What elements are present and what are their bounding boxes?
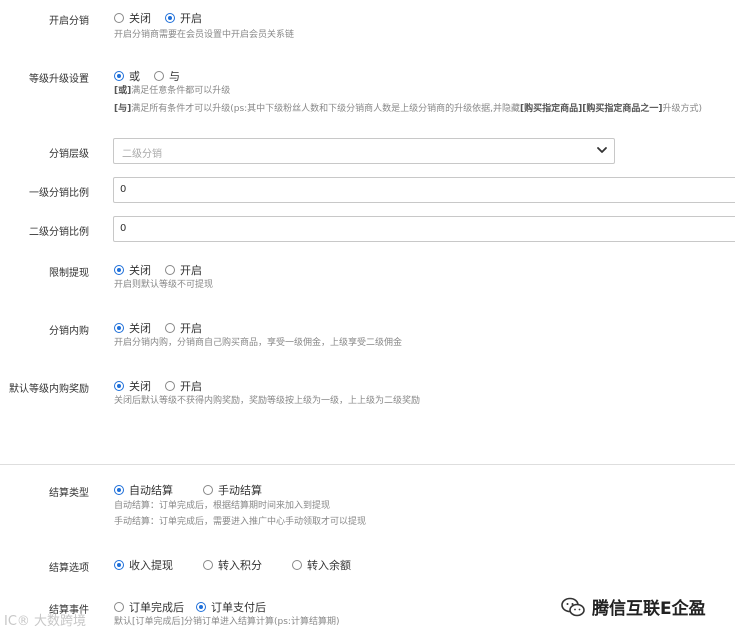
help-text-end: 升级方式) bbox=[662, 104, 703, 114]
radio-off-icon bbox=[114, 602, 124, 612]
settle-option-radio-group: 收入提现 转入积分 转入余额 bbox=[114, 557, 351, 573]
option-label: 开启 bbox=[180, 322, 202, 335]
rate2-label: 二级分销比例 bbox=[29, 227, 89, 238]
radio-on-icon bbox=[114, 323, 124, 333]
default-reward-label: 默认等级内购奖励 bbox=[9, 384, 89, 395]
help-tag-and: [与] bbox=[114, 104, 132, 114]
radio-off-icon bbox=[203, 560, 213, 570]
level-upgrade-option-or[interactable]: 或 bbox=[114, 68, 140, 84]
option-label: 开启 bbox=[180, 380, 202, 393]
fx-enable-option-on[interactable]: 开启 bbox=[165, 10, 202, 26]
option-label: 转入余额 bbox=[307, 559, 351, 572]
fx-level-selected-value: 二级分销 bbox=[122, 149, 162, 160]
help-text-and: 满足所有条件才可以升级(ps:其中下级粉丝人数和下级分销商人数是上级分销商的升级… bbox=[131, 104, 521, 114]
radio-off-icon bbox=[203, 485, 213, 495]
help-tag-or: [或] bbox=[114, 86, 132, 96]
withdraw-limit-label: 限制提现 bbox=[49, 268, 89, 279]
settle-option-balance[interactable]: 转入余额 bbox=[292, 557, 351, 573]
fx-level-label: 分销层级 bbox=[49, 149, 89, 160]
option-label: 开启 bbox=[180, 264, 202, 277]
withdraw-limit-help: 开启则默认等级不可提现 bbox=[114, 280, 214, 290]
default-reward-option-off[interactable]: 关闭 bbox=[114, 378, 151, 394]
fx-enable-label: 开启分销 bbox=[49, 16, 89, 27]
fx-enable-option-off[interactable]: 关闭 bbox=[114, 10, 151, 26]
radio-on-icon bbox=[114, 381, 124, 391]
level-upgrade-radio-group: 或 与 bbox=[114, 68, 180, 84]
level-upgrade-help-and: [与]满足所有条件才可以升级(ps:其中下级粉丝人数和下级分销商人数是上级分销商… bbox=[114, 101, 702, 117]
rate1-value: 0 bbox=[120, 184, 127, 195]
internal-purchase-help: 开启分销内购，分销商自己购买商品，享受一级佣金，上级享受二级佣金 bbox=[114, 338, 403, 348]
default-reward-option-on[interactable]: 开启 bbox=[165, 378, 202, 394]
radio-on-icon bbox=[165, 13, 175, 23]
rate1-label: 一级分销比例 bbox=[29, 188, 89, 199]
settle-event-option-complete[interactable]: 订单完成后 bbox=[114, 599, 184, 615]
internal-purchase-label: 分销内购 bbox=[49, 326, 89, 337]
option-label: 开启 bbox=[180, 12, 202, 25]
settle-event-radio-group: 订单完成后 订单支付后 bbox=[114, 599, 266, 615]
option-label: 订单完成后 bbox=[129, 601, 184, 614]
help-text-or: 满足任意条件都可以升级 bbox=[131, 86, 231, 96]
option-label: 或 bbox=[129, 70, 140, 83]
fx-enable-radio-group: 关闭 开启 bbox=[114, 10, 202, 26]
section-divider bbox=[0, 464, 735, 465]
option-label: 收入提现 bbox=[129, 559, 173, 572]
radio-off-icon bbox=[114, 13, 124, 23]
rate1-input[interactable]: 0 bbox=[113, 177, 735, 203]
help-buy-goods-one: [购买指定商品之一] bbox=[582, 104, 663, 114]
wechat-icon bbox=[561, 597, 585, 616]
level-upgrade-label: 等级升级设置 bbox=[29, 74, 89, 85]
default-reward-help: 关闭后默认等级不获得内购奖励，奖励等级按上级为一级，上上级为二级奖励 bbox=[114, 396, 421, 406]
radio-on-icon bbox=[114, 560, 124, 570]
fx-level-select[interactable]: 二级分销 bbox=[113, 138, 615, 164]
radio-off-icon bbox=[165, 265, 175, 275]
settle-type-label: 结算类型 bbox=[49, 488, 89, 499]
radio-off-icon bbox=[165, 323, 175, 333]
internal-purchase-radio-group: 关闭 开启 bbox=[114, 320, 202, 336]
withdraw-limit-option-off[interactable]: 关闭 bbox=[114, 262, 151, 278]
radio-on-icon bbox=[114, 265, 124, 275]
radio-off-icon bbox=[154, 71, 164, 81]
settle-event-help: 默认[订单完成后]分销订单进入结算计算(ps:计算结算期) bbox=[114, 617, 340, 627]
watermark-right: 腾信互联E企盈 bbox=[560, 594, 706, 619]
settle-option-withdraw[interactable]: 收入提现 bbox=[114, 557, 173, 573]
internal-purchase-option-on[interactable]: 开启 bbox=[165, 320, 202, 336]
radio-off-icon bbox=[292, 560, 302, 570]
option-label: 关闭 bbox=[129, 264, 151, 277]
settle-option-label: 结算选项 bbox=[49, 563, 89, 574]
settle-type-help-auto: 自动结算：订单完成后，根据结算期时间来加入到提现 bbox=[114, 501, 331, 511]
option-label: 转入积分 bbox=[218, 559, 262, 572]
settle-type-option-auto[interactable]: 自动结算 bbox=[114, 482, 173, 498]
withdraw-limit-radio-group: 关闭 开启 bbox=[114, 262, 202, 278]
option-label: 关闭 bbox=[129, 380, 151, 393]
help-buy-goods: [购买指定商品] bbox=[520, 104, 583, 114]
radio-on-icon bbox=[114, 71, 124, 81]
settle-option-points[interactable]: 转入积分 bbox=[203, 557, 262, 573]
chevron-down-icon bbox=[597, 147, 607, 153]
radio-on-icon bbox=[114, 485, 124, 495]
rate2-value: 0 bbox=[120, 223, 127, 234]
option-label: 订单支付后 bbox=[211, 601, 266, 614]
option-label: 关闭 bbox=[129, 12, 151, 25]
default-reward-radio-group: 关闭 开启 bbox=[114, 378, 202, 394]
settle-type-help-manual: 手动结算：订单完成后，需要进入推广中心手动领取才可以提现 bbox=[114, 517, 367, 527]
watermark-left: IC® 大数跨境 bbox=[4, 614, 87, 629]
settle-event-option-paid[interactable]: 订单支付后 bbox=[196, 599, 266, 615]
withdraw-limit-option-on[interactable]: 开启 bbox=[165, 262, 202, 278]
settle-type-option-manual[interactable]: 手动结算 bbox=[203, 482, 262, 498]
radio-off-icon bbox=[165, 381, 175, 391]
option-label: 自动结算 bbox=[129, 484, 173, 497]
option-label: 手动结算 bbox=[218, 484, 262, 497]
settle-type-radio-group: 自动结算 手动结算 bbox=[114, 482, 262, 498]
option-label: 关闭 bbox=[129, 322, 151, 335]
level-upgrade-help-or: [或]满足任意条件都可以升级 bbox=[114, 83, 230, 99]
fx-enable-help: 开启分销商需要在会员设置中开启会员关系链 bbox=[114, 30, 295, 40]
rate2-input[interactable]: 0 bbox=[113, 216, 735, 242]
level-upgrade-option-and[interactable]: 与 bbox=[154, 68, 180, 84]
internal-purchase-option-off[interactable]: 关闭 bbox=[114, 320, 151, 336]
radio-on-icon bbox=[196, 602, 206, 612]
watermark-right-text: 腾信互联E企盈 bbox=[592, 599, 706, 619]
option-label: 与 bbox=[169, 70, 180, 83]
